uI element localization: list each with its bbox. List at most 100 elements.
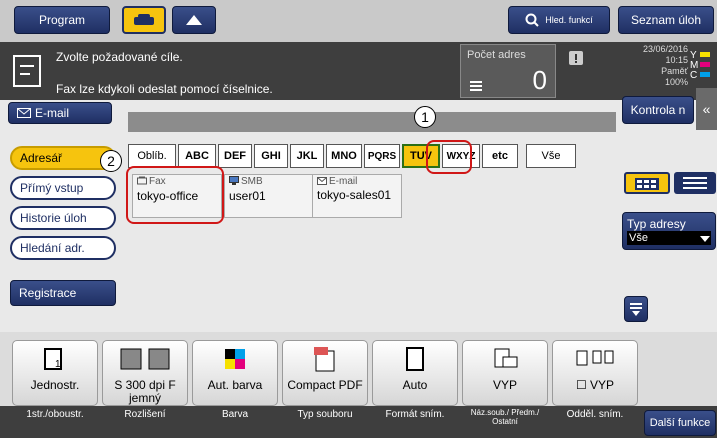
index-tab-abc[interactable]: ABC: [178, 144, 216, 168]
sidebar-item-label: Hledání adr.: [20, 241, 85, 255]
list-icon: [470, 81, 482, 91]
program-button[interactable]: Program: [14, 6, 110, 34]
svg-text:1: 1: [55, 359, 61, 370]
entry-name: tokyo-sales01: [317, 188, 392, 202]
func-filename-button[interactable]: VYP: [462, 340, 548, 406]
instruction-text: Zvolte požadované cíle.: [56, 50, 183, 64]
callout-1: 1: [414, 106, 436, 128]
toner-level-icon: YMC: [690, 50, 710, 80]
func-sublabel: Barva: [221, 409, 249, 420]
address-count-value: 0: [532, 65, 547, 95]
screen: Program Hled. funkcí Seznam úloh Zvolte …: [0, 0, 717, 438]
more-functions-label: Další funkce: [649, 417, 711, 429]
index-tab-label: JKL: [296, 150, 318, 162]
memory-label: Paměť: [661, 66, 688, 76]
index-tab-def[interactable]: DEF: [218, 144, 252, 168]
sidebar-item-job-history[interactable]: Historie úloh: [10, 206, 116, 230]
func-sublabel: Náz.soub./ Předm./ Ostatní: [470, 408, 540, 426]
resolution-icon: [120, 348, 170, 370]
index-tab-label: MNO: [331, 150, 357, 162]
index-tab-etc[interactable]: etc: [482, 144, 518, 168]
func-label: Compact PDF: [287, 378, 363, 392]
computer-icon: [229, 176, 239, 185]
registration-button[interactable]: Registrace: [10, 280, 116, 306]
func-sublabel: Typ souboru: [297, 409, 353, 420]
system-info: 23/06/2016 10:15 Paměť 100%: [618, 44, 688, 88]
search-icon: [525, 13, 539, 27]
index-tab-all[interactable]: Vše: [526, 144, 576, 168]
index-tab-label: DEF: [224, 150, 246, 162]
date-text: 23/06/2016: [642, 44, 688, 54]
checkbox-icon: ☐: [575, 378, 591, 392]
sidebar-item-direct-input[interactable]: Přímý vstup: [10, 176, 116, 200]
chevron-down-icon: [700, 236, 710, 242]
address-type-value: Vše: [627, 231, 711, 245]
simplex-icon: 1: [44, 348, 62, 370]
func-resolution-button[interactable]: S 300 dpi F jemný: [102, 340, 188, 406]
hint-text: Fax lze kdykoli odeslat pomocí číselnice…: [56, 82, 273, 96]
index-tab-mno[interactable]: MNO: [326, 144, 362, 168]
func-label: Auto: [402, 378, 428, 392]
func-simplex-button[interactable]: 1 Jednostr.: [12, 340, 98, 406]
index-tab-ghi[interactable]: GHI: [254, 144, 288, 168]
index-tabs: Oblíb. ABC DEF GHI JKL MNO PQRS TUV WXYZ…: [128, 144, 576, 168]
grid-view-button[interactable]: [624, 172, 670, 194]
envelope-icon: [317, 177, 327, 185]
func-color-button[interactable]: Aut. barva: [192, 340, 278, 406]
pdf-icon: [314, 347, 335, 372]
func-scan-size-button[interactable]: Auto: [372, 340, 458, 406]
job-list-button[interactable]: Seznam úloh: [618, 6, 714, 34]
tab-email-label: E-mail: [35, 106, 70, 120]
func-label: S 300 dpi F jemný: [114, 378, 176, 405]
color-icon: [225, 349, 245, 369]
address-type-select[interactable]: Typ adresy Vše: [622, 212, 716, 250]
sidebar-item-label: Adresář: [20, 151, 63, 165]
callout-2: 2: [100, 150, 122, 172]
func-sublabel: 1str./oboustr.: [26, 409, 84, 420]
destination-bar: [128, 112, 616, 132]
entry-type: SMB: [229, 176, 263, 187]
address-entry-email[interactable]: E-mail tokyo-sales01: [312, 174, 402, 218]
separate-scan-icon: [576, 350, 614, 366]
entry-type: E-mail: [317, 176, 357, 187]
tab-email[interactable]: E-mail: [8, 102, 112, 124]
func-label: Jednostr.: [30, 378, 80, 392]
list-view-icon: [683, 177, 707, 189]
sidebar-item-address-search[interactable]: Hledání adr.: [10, 236, 116, 260]
phone-tab-button[interactable]: [122, 6, 166, 34]
func-file-type-button[interactable]: Compact PDF: [282, 340, 368, 406]
envelope-icon: [17, 108, 31, 118]
search-label: Hled. funkcí: [545, 15, 593, 25]
warning-icon[interactable]: [568, 50, 584, 66]
time-text: 10:15: [665, 55, 688, 65]
search-function-button[interactable]: Hled. funkcí: [508, 6, 610, 34]
grid-view-icon: [635, 178, 659, 190]
memory-value: 100%: [664, 77, 688, 87]
collapse-panel-button[interactable]: «: [696, 88, 717, 130]
filename-icon: [494, 348, 518, 368]
more-functions-button[interactable]: Další funkce: [644, 410, 716, 436]
phone-icon: [134, 14, 154, 25]
highlight-tuv: [426, 140, 472, 174]
func-sublabel: Odděl. sním.: [566, 409, 624, 420]
index-tab-pqrs[interactable]: PQRS: [364, 144, 400, 168]
func-sublabel: Formát sním.: [385, 409, 445, 420]
func-label: VYP: [492, 378, 517, 392]
index-tab-label: GHI: [261, 150, 281, 162]
sidebar-item-label: Přímý vstup: [20, 181, 84, 195]
sidebar-item-label: Historie úloh: [20, 211, 87, 225]
list-view-button[interactable]: [674, 172, 716, 194]
index-tab-label: PQRS: [367, 150, 397, 162]
program-label: Program: [38, 13, 85, 27]
entry-name: user01: [229, 189, 266, 203]
index-tab-jkl[interactable]: JKL: [290, 144, 324, 168]
address-entry-smb[interactable]: SMB user01: [224, 174, 314, 218]
func-separate-scan-button[interactable]: ☐ VYP: [552, 340, 638, 406]
index-tab-label: ABC: [185, 150, 209, 162]
index-tab-favorites[interactable]: Oblíb.: [128, 144, 176, 168]
scroll-list-button[interactable]: [624, 296, 648, 322]
job-list-label: Seznam úloh: [630, 13, 702, 27]
check-details-button[interactable]: Kontrola n: [622, 96, 694, 124]
svg-text:C: C: [690, 70, 697, 80]
handset-tab-button[interactable]: [172, 6, 216, 34]
